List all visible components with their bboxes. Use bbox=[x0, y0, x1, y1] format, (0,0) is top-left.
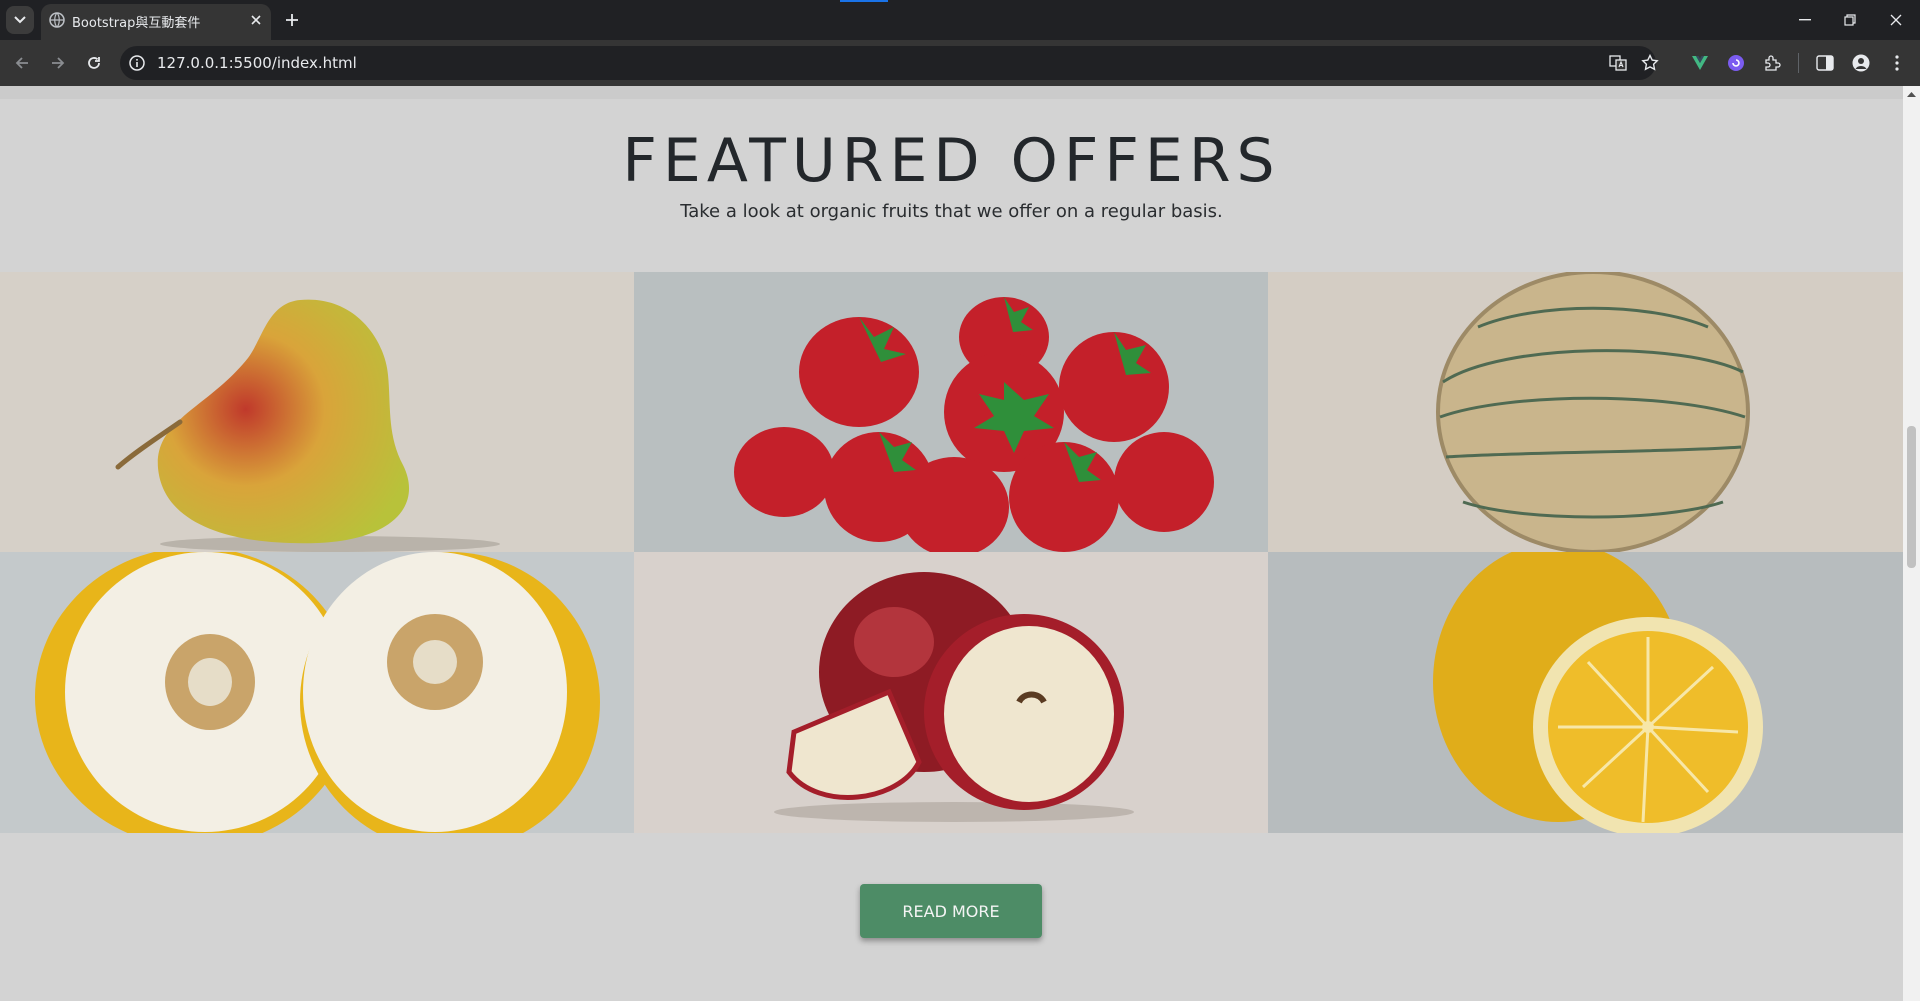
scroll-up-arrow-icon[interactable] bbox=[1905, 89, 1918, 99]
vue-devtools-icon bbox=[1692, 56, 1708, 70]
plus-icon bbox=[286, 14, 298, 26]
page-viewport: FEATURED OFFERS Take a look at organic f… bbox=[0, 86, 1903, 1001]
restore-button[interactable] bbox=[1838, 8, 1862, 32]
tab-close-button[interactable] bbox=[246, 10, 266, 30]
scrollbar-thumb[interactable] bbox=[1907, 426, 1916, 568]
offer-image-apple bbox=[634, 552, 1268, 833]
yellow-melon-image bbox=[35, 552, 600, 833]
minimize-icon bbox=[1799, 19, 1811, 21]
toolbar-divider bbox=[1798, 53, 1799, 73]
back-icon bbox=[15, 57, 28, 69]
extension-icon bbox=[1728, 55, 1744, 71]
pear-image bbox=[115, 299, 500, 552]
forward-icon bbox=[52, 57, 65, 69]
side-panel-button[interactable] bbox=[1813, 51, 1837, 75]
profile-icon bbox=[1852, 54, 1870, 72]
offer-image-lemon bbox=[1268, 552, 1903, 833]
offer-image-strawberries bbox=[634, 272, 1268, 552]
apple-image bbox=[774, 572, 1134, 822]
extension-button[interactable] bbox=[1724, 51, 1748, 75]
window-close-button[interactable] bbox=[1884, 8, 1908, 32]
site-info-icon[interactable] bbox=[128, 54, 146, 72]
extensions-menu-button[interactable] bbox=[1760, 51, 1784, 75]
url-text[interactable]: 127.0.0.1:5500/index.html bbox=[157, 54, 357, 72]
tab-title: Bootstrap與互動套件 bbox=[72, 16, 201, 31]
chevron-down-icon bbox=[14, 16, 26, 24]
back-button[interactable] bbox=[8, 49, 36, 77]
section-top-edge bbox=[0, 86, 1903, 99]
menu-button[interactable] bbox=[1885, 51, 1909, 75]
vue-devtools-button[interactable] bbox=[1688, 51, 1712, 75]
menu-icon bbox=[1895, 55, 1899, 71]
tab-drag-indicator bbox=[840, 0, 888, 2]
minimize-button[interactable] bbox=[1793, 8, 1817, 32]
bookmark-star-icon bbox=[1641, 54, 1659, 71]
tab-search-button[interactable] bbox=[6, 6, 34, 34]
forward-button[interactable] bbox=[44, 49, 72, 77]
translate-icon bbox=[1609, 55, 1627, 71]
section-subtext: Take a look at organic fruits that we of… bbox=[680, 201, 1223, 222]
profile-button[interactable] bbox=[1849, 51, 1873, 75]
lemon-image bbox=[1433, 552, 1763, 833]
window-close-icon bbox=[1890, 14, 1902, 26]
translate-button[interactable] bbox=[1606, 51, 1630, 75]
offer-image-cantaloupe bbox=[1268, 272, 1903, 552]
puzzle-icon bbox=[1765, 55, 1781, 71]
globe-icon bbox=[49, 12, 65, 28]
offers-grid bbox=[0, 272, 1903, 833]
side-panel-icon bbox=[1816, 55, 1834, 71]
cantaloupe-image bbox=[1436, 272, 1750, 552]
new-tab-button[interactable] bbox=[281, 9, 303, 31]
strawberries-image bbox=[734, 297, 1214, 552]
section-heading: FEATURED OFFERS bbox=[622, 126, 1281, 196]
offer-image-yellow-melon bbox=[0, 552, 634, 833]
close-icon bbox=[251, 15, 261, 25]
offer-image-pear bbox=[0, 272, 634, 552]
reload-button[interactable] bbox=[80, 49, 108, 77]
bookmark-button[interactable] bbox=[1638, 51, 1662, 75]
read-more-button[interactable]: READ MORE bbox=[860, 884, 1042, 938]
restore-icon bbox=[1844, 14, 1856, 26]
reload-icon bbox=[88, 57, 100, 69]
